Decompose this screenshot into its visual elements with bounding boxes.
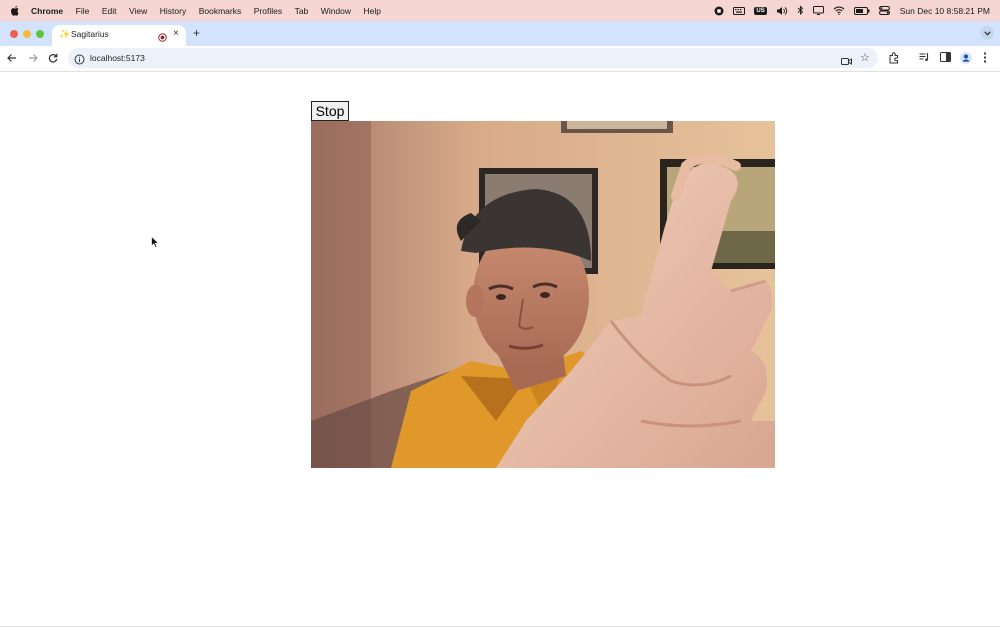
address-bar[interactable]: localhost:5173 ☆	[68, 48, 878, 68]
input-source-icon[interactable]: US	[754, 0, 767, 21]
webcam-video[interactable]	[311, 121, 775, 468]
tab-sagitarius[interactable]: ✨ Sagitarius ×	[52, 25, 186, 46]
url-text[interactable]: localhost:5173	[90, 53, 145, 63]
mac-menu-bar: Chrome File Edit View History Bookmarks …	[0, 0, 1000, 21]
browser-toolbar: localhost:5173 ☆	[0, 46, 1000, 72]
menubar-clock[interactable]: Sun Dec 10 8:58:21 PM	[900, 6, 990, 16]
window-close-button[interactable]	[10, 30, 18, 38]
side-panel-icon[interactable]	[940, 52, 951, 62]
volume-icon[interactable]	[776, 0, 788, 21]
recording-indicator-icon	[158, 29, 167, 47]
extensions-icon[interactable]	[888, 52, 900, 64]
mouse-cursor-icon	[151, 235, 160, 253]
tab-search-icon[interactable]	[980, 26, 994, 40]
window-bottom-edge	[0, 626, 1000, 627]
bookmark-star-icon[interactable]: ☆	[860, 51, 870, 64]
site-info-icon[interactable]	[74, 52, 85, 70]
reload-icon[interactable]	[47, 52, 59, 64]
keyboard-icon[interactable]	[733, 0, 746, 21]
menu-window[interactable]: Window	[321, 6, 351, 16]
menu-bookmarks[interactable]: Bookmarks	[199, 6, 242, 16]
window-zoom-button[interactable]	[36, 30, 44, 38]
menu-profiles[interactable]: Profiles	[254, 6, 282, 16]
tab-close-icon[interactable]: ×	[173, 28, 179, 39]
new-tab-button[interactable]: +	[193, 26, 200, 40]
profile-avatar-icon[interactable]	[960, 52, 972, 64]
battery-icon[interactable]	[853, 0, 870, 21]
wifi-icon[interactable]	[833, 0, 845, 21]
camera-in-use-icon[interactable]	[841, 53, 852, 71]
tab-strip: ✨ Sagitarius × +	[0, 21, 1000, 46]
menu-tab[interactable]: Tab	[295, 6, 309, 16]
menu-help[interactable]: Help	[364, 6, 381, 16]
sparkle-favicon-icon: ✨	[59, 29, 71, 39]
menu-chrome[interactable]: Chrome	[31, 6, 63, 16]
tab-title: Sagitarius	[71, 29, 109, 39]
chrome-menu-icon[interactable]	[983, 52, 987, 63]
menu-view[interactable]: View	[129, 6, 147, 16]
menu-file[interactable]: File	[76, 6, 90, 16]
control-center-icon[interactable]	[878, 0, 890, 21]
media-controls-icon[interactable]	[919, 52, 930, 62]
back-arrow-icon[interactable]	[6, 52, 18, 64]
window-minimize-button[interactable]	[23, 30, 31, 38]
status-area: US Sun Dec 10 8:58:21 PM	[705, 0, 990, 21]
display-mirror-icon[interactable]	[812, 0, 824, 21]
webcam-frame	[311, 121, 775, 468]
menu-history[interactable]: History	[160, 6, 186, 16]
input-source-label: US	[754, 6, 767, 15]
apple-icon[interactable]	[10, 5, 20, 16]
forward-arrow-icon[interactable]	[27, 52, 39, 64]
bluetooth-icon[interactable]	[797, 0, 804, 21]
stop-button[interactable]: Stop	[311, 101, 349, 121]
screen-record-icon[interactable]	[714, 0, 724, 21]
menu-edit[interactable]: Edit	[102, 6, 117, 16]
